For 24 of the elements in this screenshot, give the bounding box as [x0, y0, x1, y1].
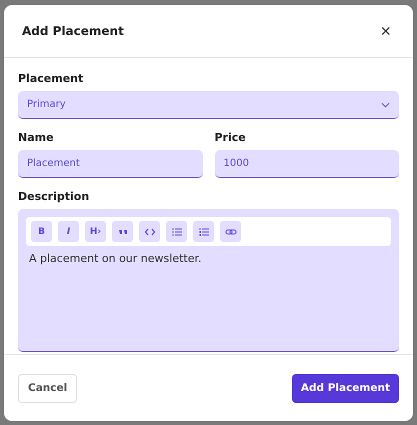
chevron-down-icon	[381, 102, 390, 108]
numbered-list-icon	[198, 226, 210, 238]
rich-text-editor[interactable]: B I H› A placement on our newsletter.	[18, 209, 399, 352]
numbered-list-button[interactable]	[193, 221, 214, 242]
close-button[interactable]: ×	[376, 22, 395, 40]
text-field[interactable]: 1000	[214, 150, 399, 178]
field-label: Description	[18, 190, 90, 203]
field-label: Price	[214, 131, 247, 144]
dialog-title: Add Placement	[22, 24, 124, 38]
field-label: Placement	[18, 72, 84, 85]
text-field[interactable]: Placement	[18, 150, 202, 178]
add-placement-button[interactable]: Add Placement	[292, 374, 399, 402]
italic-button[interactable]: I	[58, 221, 79, 242]
field-label: Name	[18, 131, 55, 144]
bullet-list-icon	[170, 226, 182, 238]
placement-dropdown[interactable]: Primary	[18, 91, 399, 119]
cancel-button[interactable]: Cancel	[18, 374, 78, 402]
link-button[interactable]	[220, 221, 241, 242]
description-text: A placement on our newsletter.	[29, 252, 202, 265]
quote-button[interactable]	[112, 221, 133, 242]
bold-button[interactable]: B	[31, 221, 52, 242]
code-button[interactable]	[139, 221, 160, 242]
heading-button[interactable]: H›	[85, 221, 106, 242]
bullet-list-button[interactable]	[166, 221, 187, 242]
